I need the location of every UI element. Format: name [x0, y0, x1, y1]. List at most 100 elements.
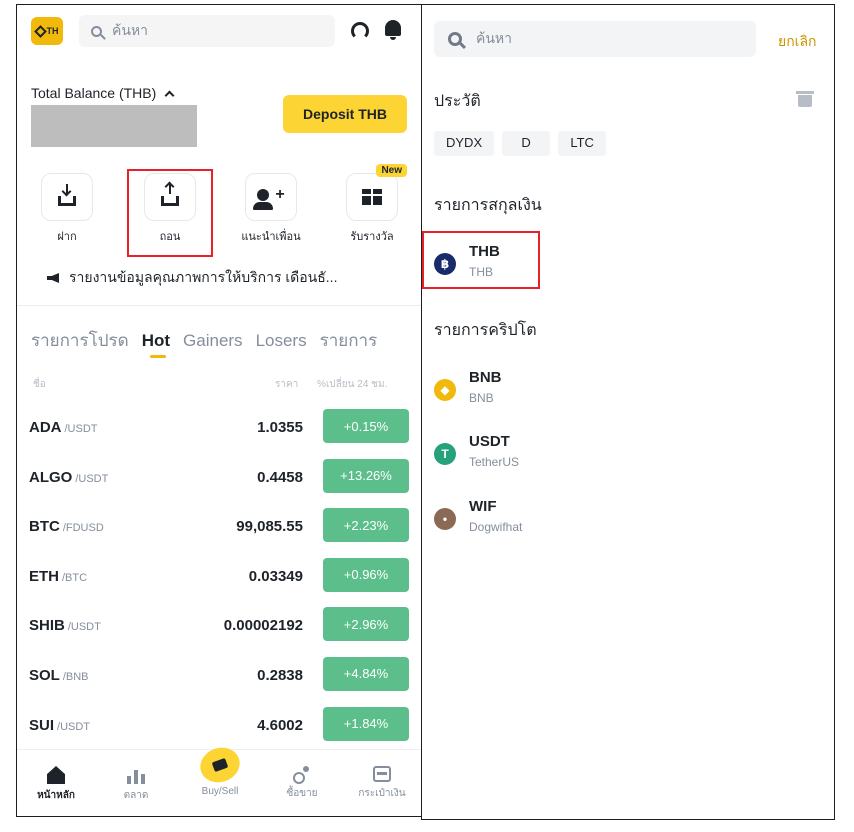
tab-hot[interactable]: Hot: [142, 331, 170, 350]
balance-label: Total Balance (THB): [31, 85, 157, 101]
pair-base: SOL: [29, 666, 60, 684]
pair-quote: /BTC: [62, 571, 88, 584]
bottom-navigation: หน้าหลัก ตลาด Buy/Sell ซื้อขาย กระเป๋าเง…: [17, 742, 421, 816]
quick-actions: ฝาก ถอน + แนะนำเพื่อน New รับรางวัล: [17, 164, 421, 253]
megaphone-icon: [47, 273, 59, 283]
pair-price: 0.03349: [248, 567, 303, 585]
market-row[interactable]: ADA/USDT 1.0355 +0.15%: [17, 409, 421, 459]
nav-markets-label: ตลาด: [123, 790, 149, 801]
top-bar: TH ค้นหา: [17, 5, 421, 57]
pair-price: 0.2838: [257, 666, 303, 684]
market-list: ADA/USDT 1.0355 +0.15% ALGO/USDT 0.4458 +13.…: [17, 409, 421, 756]
crypto-section-title: รายการคริปโต: [434, 322, 537, 339]
pair-name: ADA/USDT: [29, 419, 98, 436]
asset-name: Dogwifhat: [469, 520, 523, 534]
tab-losers[interactable]: Losers: [256, 331, 307, 350]
pair-name: SUI/USDT: [29, 717, 90, 734]
asset-name: TetherUS: [469, 455, 520, 469]
asset-symbol: WIF: [469, 498, 497, 515]
cancel-button[interactable]: ยกเลิก: [778, 31, 817, 53]
nav-buy-sell-label: Buy/Sell: [201, 786, 239, 797]
support-headset-icon[interactable]: [351, 22, 369, 40]
history-chip[interactable]: DYDX: [434, 131, 495, 156]
market-tabs: รายการโปรด Hot Gainers Losers รายการ: [31, 327, 390, 354]
nav-wallet[interactable]: กระเป๋าเงิน: [347, 760, 417, 801]
action-deposit-label: ฝาก: [57, 231, 77, 243]
column-header-price: ราคา: [275, 379, 299, 390]
pair-price: 4.6002: [257, 716, 303, 734]
new-badge: New: [376, 164, 407, 177]
announcement-text: รายงานข้อมูลคุณภาพการให้บริการ เดือนธั..…: [69, 269, 338, 285]
trash-icon[interactable]: [796, 91, 814, 107]
nav-trade[interactable]: ซื้อขาย: [267, 760, 337, 801]
home-screen: TH ค้นหา Total Balance (THB) Deposit THB…: [16, 4, 422, 817]
search-placeholder: ค้นหา: [112, 22, 149, 38]
tab-gainers[interactable]: Gainers: [183, 331, 243, 350]
action-rewards-label: รับรางวัล: [350, 231, 394, 243]
pair-quote: /FDUSD: [62, 522, 104, 535]
pair-name: SOL/BNB: [29, 667, 89, 684]
tab-favorites[interactable]: รายการโปรด: [31, 331, 129, 350]
nav-home[interactable]: หน้าหลัก: [21, 760, 91, 803]
pair-name: ALGO/USDT: [29, 469, 108, 486]
deposit-thb-button[interactable]: Deposit THB: [283, 95, 407, 133]
pair-quote: /USDT: [75, 472, 109, 485]
history-chip[interactable]: LTC: [558, 131, 607, 156]
pair-quote: /USDT: [64, 423, 98, 435]
action-referral[interactable]: + แนะนำเพื่อน: [231, 173, 311, 245]
search-icon: [448, 32, 462, 46]
balance-toggle[interactable]: Total Balance (THB): [31, 85, 175, 101]
nav-wallet-label: กระเป๋าเงิน: [358, 788, 406, 799]
market-row[interactable]: ETH/BTC 0.03349 +0.96%: [17, 557, 421, 608]
binance-th-logo[interactable]: TH: [31, 17, 63, 45]
market-row[interactable]: ALGO/USDT 0.4458 +13.26%: [17, 458, 421, 509]
history-chips: DYDX D LTC: [434, 131, 607, 156]
thb-highlight-box: [422, 231, 540, 289]
action-deposit[interactable]: ฝาก: [27, 173, 107, 245]
pair-price: 1.0355: [257, 419, 303, 436]
asset-search-input[interactable]: ค้นหา: [434, 21, 756, 57]
notification-bell-icon[interactable]: [385, 20, 401, 40]
announcement-bar[interactable]: รายงานข้อมูลคุณภาพการให้บริการ เดือนธั..…: [47, 267, 337, 289]
change-badge: +1.84%: [323, 706, 409, 741]
markets-icon: [127, 766, 145, 784]
pair-base: SHIB: [29, 617, 65, 635]
change-badge: +0.96%: [323, 557, 409, 592]
usdt-icon: T: [434, 443, 456, 465]
crypto-item-wif[interactable]: • WIF Dogwifhat: [434, 498, 734, 548]
history-chip[interactable]: D: [502, 131, 551, 156]
action-referral-label: แนะนำเพื่อน: [241, 231, 301, 243]
chevron-up-icon: [164, 90, 175, 100]
crypto-item-usdt[interactable]: T USDT TetherUS: [434, 433, 734, 483]
nav-buy-sell[interactable]: Buy/Sell: [185, 742, 255, 797]
balance-value-redacted: [31, 105, 197, 147]
pair-quote: /USDT: [57, 720, 91, 733]
pair-base: BTC: [29, 518, 60, 536]
buy-sell-icon: [195, 742, 245, 788]
pair-base: ALGO: [29, 468, 73, 486]
nav-home-label: หน้าหลัก: [37, 790, 75, 801]
nav-markets[interactable]: ตลาด: [101, 760, 171, 803]
logo-text: TH: [46, 26, 59, 36]
column-header-change: %เปลี่ยน 24 ชม.: [317, 379, 388, 390]
change-badge: +2.23%: [323, 508, 409, 543]
market-row[interactable]: SHIB/USDT 0.00002192 +2.96%: [17, 607, 421, 657]
market-row[interactable]: SOL/BNB 0.2838 +4.84%: [17, 656, 421, 707]
asset-symbol: USDT: [469, 433, 510, 450]
action-rewards[interactable]: New รับรางวัล: [332, 164, 412, 245]
asset-name: BNB: [469, 391, 494, 405]
gift-icon: New: [346, 164, 407, 221]
deposit-icon: [41, 173, 93, 221]
tab-list[interactable]: รายการ: [320, 331, 378, 350]
pair-price: 0.00002192: [223, 617, 303, 635]
withdraw-highlight-box: [127, 169, 213, 257]
search-input[interactable]: ค้นหา: [79, 15, 335, 47]
wif-icon: •: [434, 508, 456, 530]
history-title: ประวัติ: [434, 93, 481, 110]
market-row[interactable]: BTC/FDUSD 99,085.55 +2.23%: [17, 508, 421, 558]
pair-base: ETH: [29, 567, 59, 585]
pair-name: ETH/BTC: [29, 568, 87, 585]
pair-price: 99,085.55: [236, 518, 303, 536]
crypto-item-bnb[interactable]: ◆ BNB BNB: [434, 369, 734, 419]
pair-name: BTC/FDUSD: [29, 518, 104, 535]
